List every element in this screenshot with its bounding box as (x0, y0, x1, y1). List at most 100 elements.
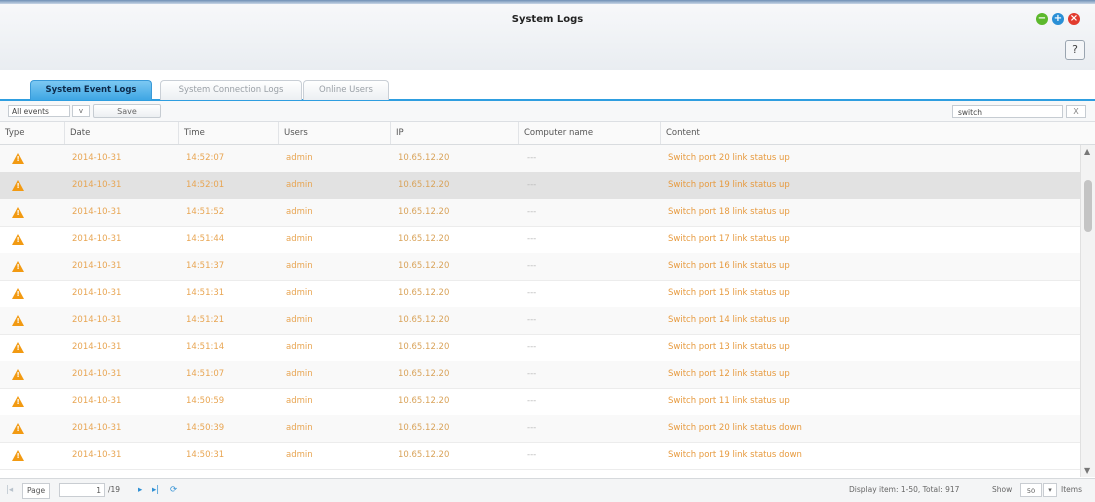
row-time: 14:50:39 (186, 423, 225, 433)
row-ip: 10.65.12.20 (398, 261, 450, 271)
row-ip: 10.65.12.20 (398, 207, 450, 217)
row-date: 2014-10-31 (72, 288, 122, 298)
row-time: 14:51:14 (186, 342, 225, 352)
column-users[interactable]: Users (278, 122, 390, 144)
chevron-down-icon[interactable]: v (72, 105, 90, 117)
warning-icon (12, 180, 24, 191)
last-page-icon[interactable]: ▸| (152, 484, 159, 496)
warning-icon (12, 369, 24, 380)
row-ip: 10.65.12.20 (398, 315, 450, 325)
row-time: 14:51:52 (186, 207, 225, 217)
row-date: 2014-10-31 (72, 423, 122, 433)
column-ip[interactable]: IP (390, 122, 518, 144)
row-computer-name: --- (527, 396, 537, 406)
page-number-input[interactable]: 1 (59, 483, 105, 497)
table-row[interactable]: 2014-10-31 14:51:37 admin 10.65.12.20 --- Swi… (0, 253, 1080, 281)
table-row[interactable]: 2014-10-31 14:52:01 admin 10.65.12.20 --- Swi… (0, 172, 1080, 200)
row-date: 2014-10-31 (72, 342, 122, 352)
window-header: System Logs − + × ? (0, 4, 1095, 71)
row-user: admin (286, 261, 313, 271)
row-user: admin (286, 396, 313, 406)
row-date: 2014-10-31 (72, 369, 122, 379)
pagination-bar: |◂ Page 1 /19 ▸ ▸| ⟳ Display item: 1-50,… (0, 478, 1095, 502)
column-content[interactable]: Content (660, 122, 1095, 144)
table-row[interactable]: 2014-10-31 14:51:44 admin 10.65.12.20 --- Swi… (0, 226, 1080, 254)
row-computer-name: --- (527, 261, 537, 271)
warning-icon (12, 234, 24, 245)
row-computer-name: --- (527, 234, 537, 244)
row-ip: 10.65.12.20 (398, 369, 450, 379)
warning-icon (12, 153, 24, 164)
display-item-info: Display item: 1-50, Total: 917 (849, 485, 960, 494)
table-row[interactable]: 2014-10-31 14:52:07 admin 10.65.12.20 --- Swi… (0, 145, 1080, 173)
row-computer-name: --- (527, 315, 537, 325)
column-type[interactable]: Type (0, 122, 64, 144)
warning-icon (12, 261, 24, 272)
table-row[interactable]: 2014-10-31 14:51:52 admin 10.65.12.20 --- Swi… (0, 199, 1080, 227)
row-ip: 10.65.12.20 (398, 423, 450, 433)
save-button[interactable]: Save (93, 104, 161, 118)
minimize-icon[interactable]: − (1036, 13, 1048, 25)
row-user: admin (286, 288, 313, 298)
tab-bar: System Event Logs System Connection Logs… (0, 70, 1095, 101)
search-input[interactable]: switch (952, 105, 1063, 118)
first-page-icon[interactable]: |◂ (6, 484, 13, 496)
warning-icon (12, 450, 24, 461)
row-date: 2014-10-31 (72, 450, 122, 460)
row-time: 14:50:31 (186, 450, 225, 460)
table-header: Type Date Time Users IP Computer name Co… (0, 122, 1095, 145)
row-content: Switch port 19 link status down (668, 450, 802, 460)
column-time[interactable]: Time (178, 122, 278, 144)
row-ip: 10.65.12.20 (398, 450, 450, 460)
next-page-icon[interactable]: ▸ (138, 484, 142, 496)
row-computer-name: --- (527, 369, 537, 379)
chevron-down-icon[interactable]: ▾ (1043, 483, 1057, 497)
row-date: 2014-10-31 (72, 180, 122, 190)
row-content: Switch port 20 link status down (668, 423, 802, 433)
maximize-icon[interactable]: + (1052, 13, 1064, 25)
row-user: admin (286, 342, 313, 352)
tab-online-users[interactable]: Online Users (303, 80, 389, 100)
window-title: System Logs (511, 14, 584, 25)
items-per-page-select[interactable]: 50 (1020, 483, 1042, 497)
column-date[interactable]: Date (64, 122, 178, 144)
row-ip: 10.65.12.20 (398, 342, 450, 352)
table-row[interactable]: 2014-10-31 14:50:59 admin 10.65.12.20 --- Swi… (0, 388, 1080, 416)
row-time: 14:52:01 (186, 180, 225, 190)
row-date: 2014-10-31 (72, 396, 122, 406)
table-row[interactable]: 2014-10-31 14:51:14 admin 10.65.12.20 --- Swi… (0, 334, 1080, 362)
scroll-thumb[interactable] (1084, 180, 1092, 232)
tab-system-connection-logs[interactable]: System Connection Logs (160, 80, 302, 100)
close-icon[interactable]: × (1068, 13, 1080, 25)
table-row[interactable]: 2014-10-31 14:50:39 admin 10.65.12.20 --- Swi… (0, 415, 1080, 443)
row-time: 14:51:07 (186, 369, 225, 379)
tab-system-event-logs[interactable]: System Event Logs (30, 80, 152, 100)
clear-search-icon[interactable]: X (1066, 105, 1086, 118)
warning-icon (12, 342, 24, 353)
table-row[interactable]: 2014-10-31 14:51:21 admin 10.65.12.20 --- Swi… (0, 307, 1080, 335)
row-computer-name: --- (527, 342, 537, 352)
row-user: admin (286, 315, 313, 325)
row-date: 2014-10-31 (72, 234, 122, 244)
row-content: Switch port 11 link status up (668, 396, 790, 406)
row-user: admin (286, 207, 313, 217)
log-table-body: 2014-10-31 14:52:07 admin 10.65.12.20 --- Swi… (0, 145, 1080, 477)
help-button[interactable]: ? (1065, 40, 1085, 60)
column-computer-name[interactable]: Computer name (518, 122, 660, 144)
row-date: 2014-10-31 (72, 207, 122, 217)
warning-icon (12, 423, 24, 434)
warning-icon (12, 288, 24, 299)
refresh-icon[interactable]: ⟳ (170, 484, 177, 496)
table-row[interactable]: 2014-10-31 14:50:31 admin 10.65.12.20 --- Swi… (0, 442, 1080, 470)
table-row[interactable]: 2014-10-31 14:51:07 admin 10.65.12.20 --- Swi… (0, 361, 1080, 389)
row-time: 14:50:59 (186, 396, 225, 406)
vertical-scrollbar[interactable]: ▲ ▼ (1080, 145, 1095, 477)
row-content: Switch port 19 link status up (668, 180, 790, 190)
scroll-down-icon[interactable]: ▼ (1084, 466, 1090, 475)
event-filter-select[interactable]: All events (8, 105, 70, 117)
table-row[interactable]: 2014-10-31 14:51:31 admin 10.65.12.20 --- Swi… (0, 280, 1080, 308)
scroll-up-icon[interactable]: ▲ (1084, 147, 1090, 156)
row-user: admin (286, 423, 313, 433)
page-label: Page (22, 483, 51, 499)
row-date: 2014-10-31 (72, 261, 122, 271)
